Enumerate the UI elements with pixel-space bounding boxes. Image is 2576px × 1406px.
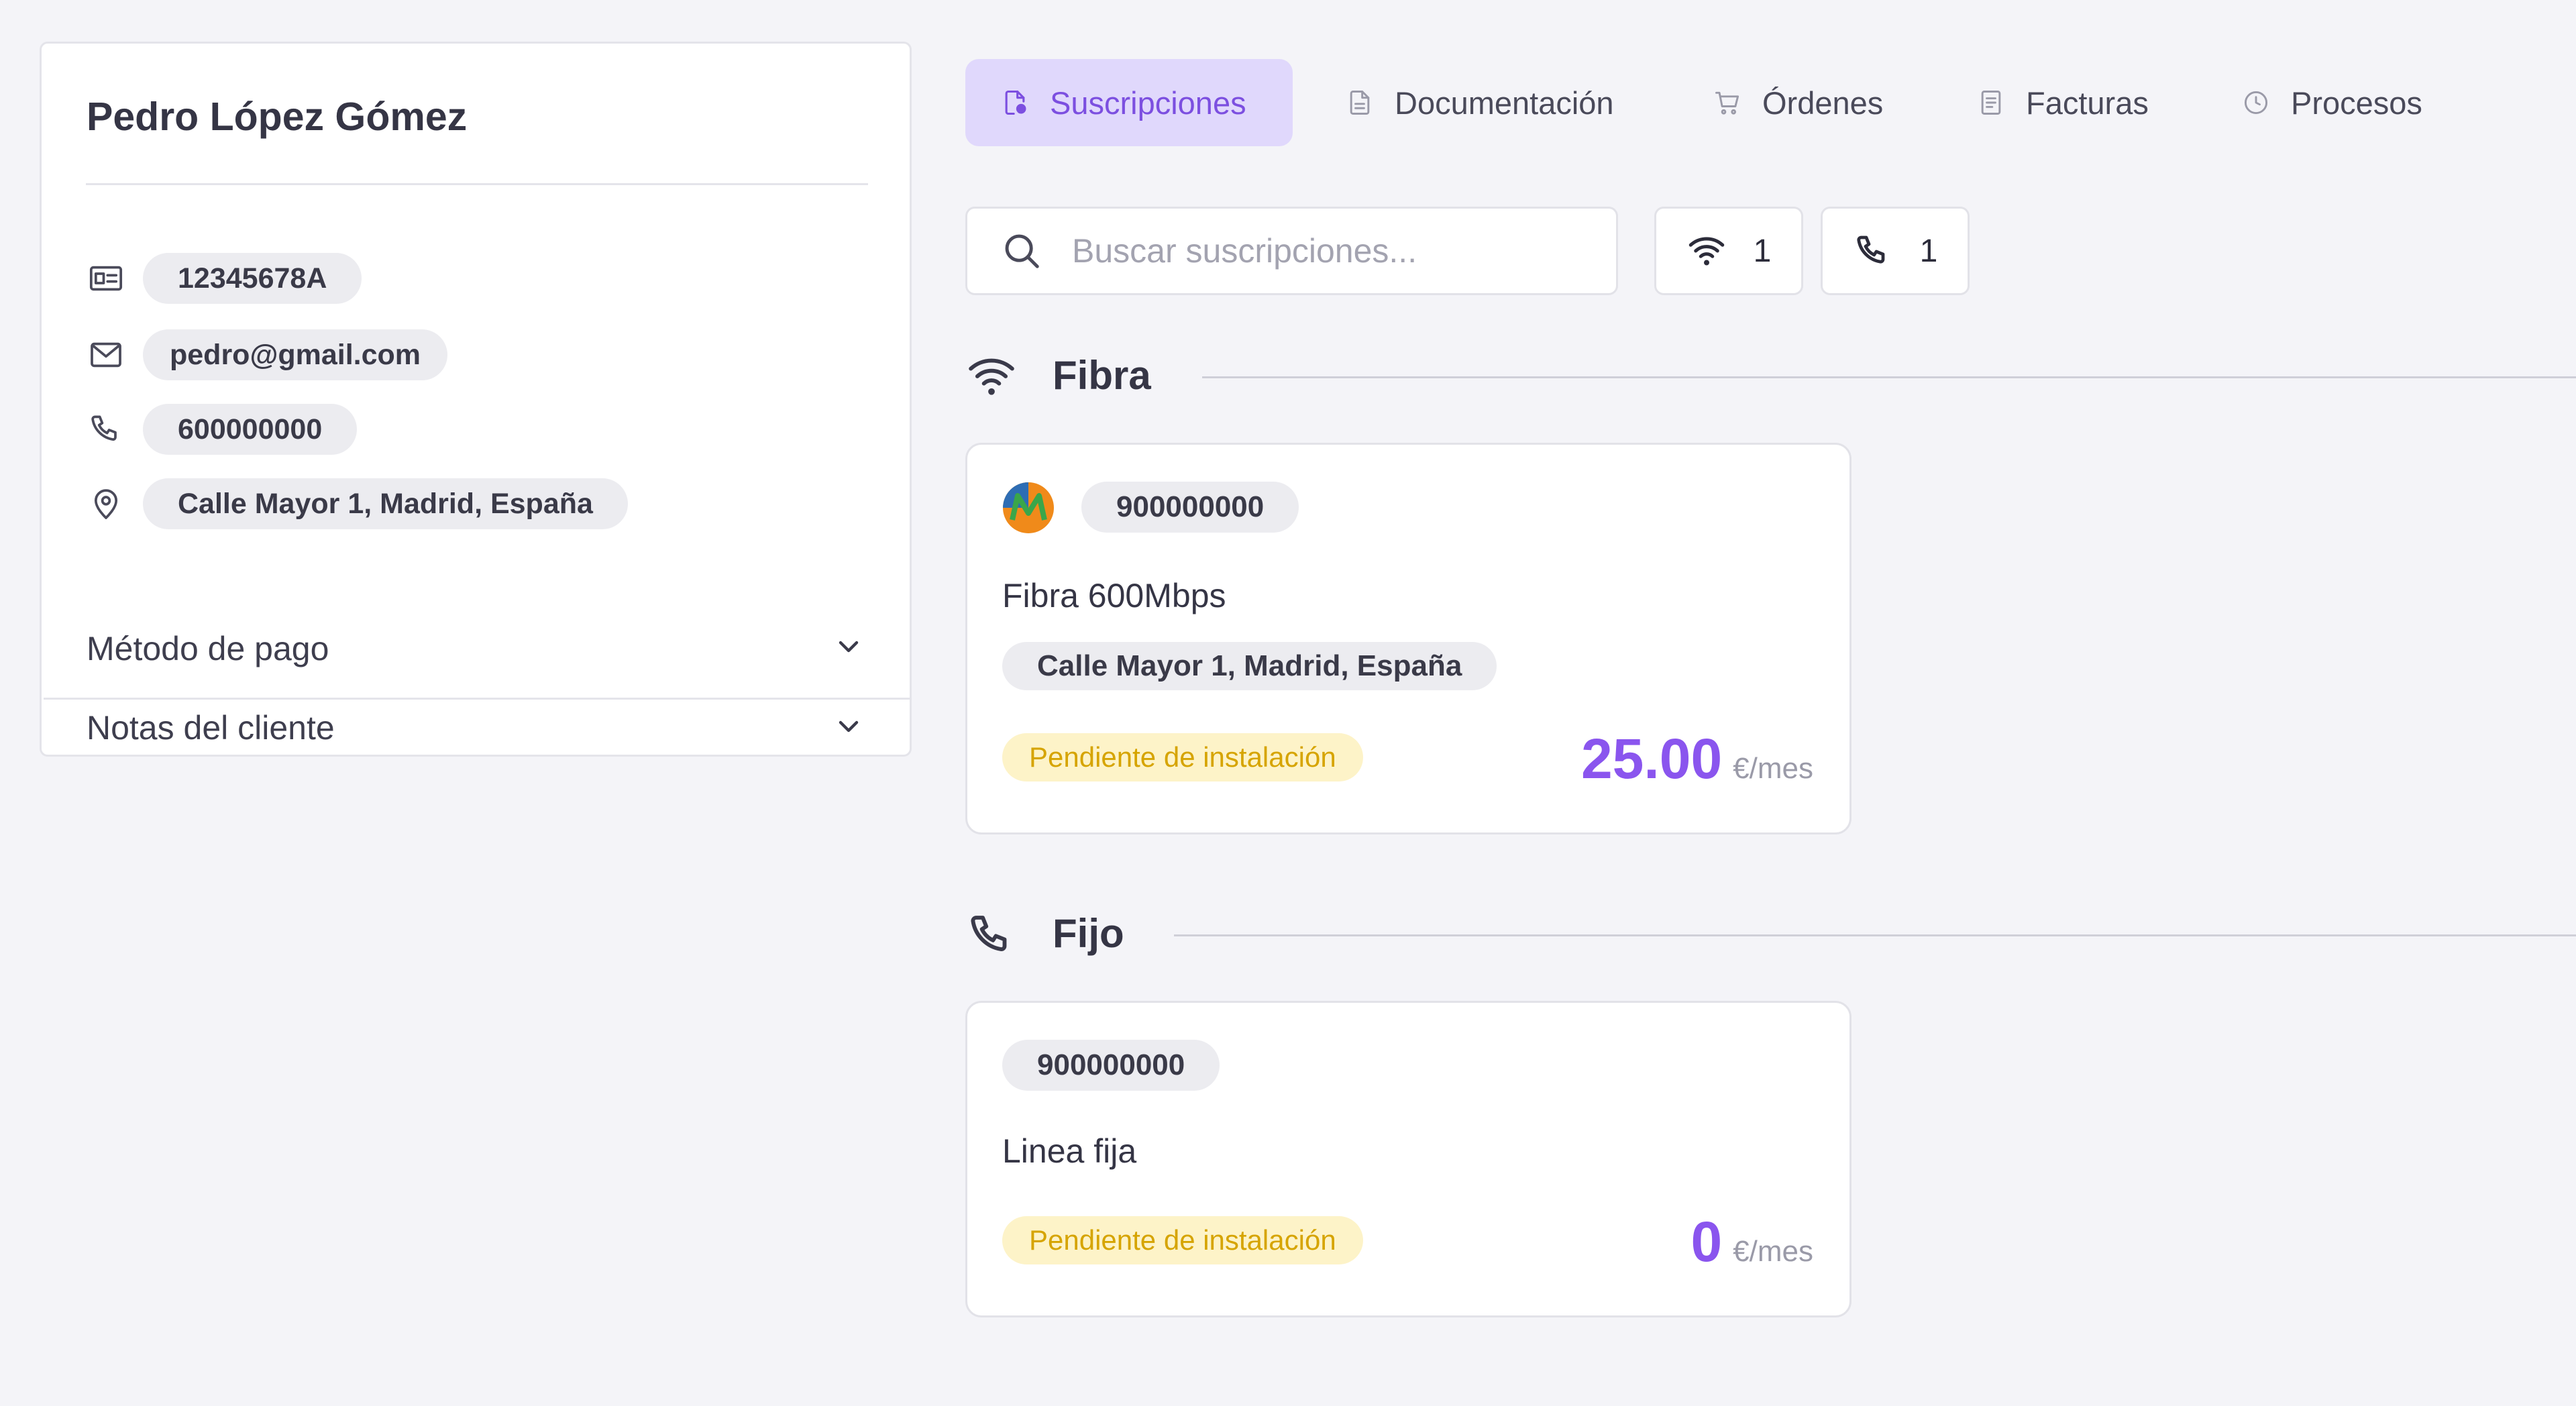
- price-unit: €/mes: [1733, 1235, 1813, 1268]
- tab-label: Suscripciones: [1050, 85, 1246, 121]
- customer-phone[interactable]: 600000000: [143, 404, 358, 455]
- phone-icon: [1857, 235, 1885, 264]
- plan-name: Linea fija: [1002, 1132, 1137, 1170]
- tab-procesos[interactable]: Procesos: [2241, 59, 2422, 146]
- tab-ordenes[interactable]: Órdenes: [1713, 59, 1883, 146]
- accordion-customer-notes[interactable]: Notas del cliente: [44, 700, 912, 756]
- price-unit: €/mes: [1733, 752, 1813, 785]
- customer-dni: 12345678A: [143, 253, 362, 304]
- phone-icon: [86, 409, 126, 449]
- customer-address: Calle Mayor 1, Madrid, España: [143, 478, 628, 529]
- customer-address-row: Calle Mayor 1, Madrid, España: [86, 477, 628, 531]
- document-icon: [1350, 91, 1370, 115]
- chevron-down-icon: [833, 710, 865, 746]
- customer-phone-row: 600000000: [86, 402, 358, 456]
- customer-email[interactable]: pedro@gmail.com: [143, 329, 448, 380]
- search-input[interactable]: [1071, 231, 1583, 271]
- invoice-icon: [1981, 91, 2001, 115]
- id-card-icon: [86, 258, 126, 299]
- section-divider: [1174, 934, 2576, 936]
- subscription-card-fibra[interactable]: 900000000 Fibra 600Mbps Calle Mayor 1, M…: [965, 443, 1851, 834]
- plan-name: Fibra 600Mbps: [1002, 577, 1226, 614]
- price-value: 25.00: [1580, 727, 1723, 790]
- section-title-fijo: Fijo: [1053, 911, 1124, 956]
- search-box[interactable]: [965, 207, 1618, 295]
- filter-fijo-button[interactable]: 1: [1821, 207, 1970, 295]
- subscription-number: 900000000: [1081, 482, 1299, 533]
- tab-facturas[interactable]: Facturas: [1976, 59, 2149, 146]
- clock-icon: [2244, 91, 2268, 115]
- chevron-down-icon: [833, 631, 865, 666]
- accordion-payment-method[interactable]: Método de pago: [44, 599, 912, 698]
- location-pin-icon: [86, 484, 126, 524]
- status-badge: Pendiente de instalación: [1002, 733, 1363, 781]
- price-value: 0: [1690, 1210, 1723, 1273]
- customer-name: Pedro López Gómez: [87, 95, 468, 139]
- section-title-fibra: Fibra: [1053, 353, 1151, 398]
- accordion-label: Método de pago: [87, 629, 329, 667]
- customer-panel: Pedro López Gómez 12345678A pedro@gmail.…: [40, 42, 912, 757]
- subscription-card-fijo[interactable]: 900000000 Linea fija Pendiente de instal…: [965, 1001, 1851, 1317]
- service-address: Calle Mayor 1, Madrid, España: [1002, 642, 1497, 690]
- wifi-icon: [965, 350, 1018, 406]
- customer-email-row: pedro@gmail.com: [86, 328, 448, 382]
- phone-icon: [965, 909, 1018, 965]
- tab-label: Procesos: [2291, 85, 2422, 121]
- tab-label: Documentación: [1395, 85, 1614, 121]
- status-badge: Pendiente de instalación: [1002, 1216, 1363, 1264]
- filter-fibra-button[interactable]: 1: [1654, 207, 1803, 295]
- filter-count: 1: [1753, 233, 1772, 269]
- cart-icon: [1715, 91, 1739, 115]
- section-divider: [1202, 376, 2576, 378]
- operator-logo: [1003, 482, 1054, 533]
- search-icon: [1005, 234, 1039, 268]
- subscription-number: 900000000: [1002, 1040, 1220, 1091]
- file-badge-icon: [1005, 90, 1026, 115]
- tab-documentacion[interactable]: Documentación: [1345, 59, 1614, 146]
- price-block: 25.00 €/mes: [1581, 726, 1813, 792]
- price-block: 0 €/mes: [1690, 1209, 1813, 1275]
- tab-label: Órdenes: [1762, 85, 1884, 121]
- tab-suscripciones[interactable]: Suscripciones: [965, 59, 1293, 146]
- divider: [86, 183, 868, 185]
- accordion-label: Notas del cliente: [87, 709, 335, 747]
- customer-dni-row: 12345678A: [86, 252, 362, 305]
- wifi-icon: [1688, 237, 1724, 266]
- filter-count: 1: [1919, 233, 1938, 269]
- tab-label: Facturas: [2026, 85, 2149, 121]
- mail-icon: [86, 335, 126, 375]
